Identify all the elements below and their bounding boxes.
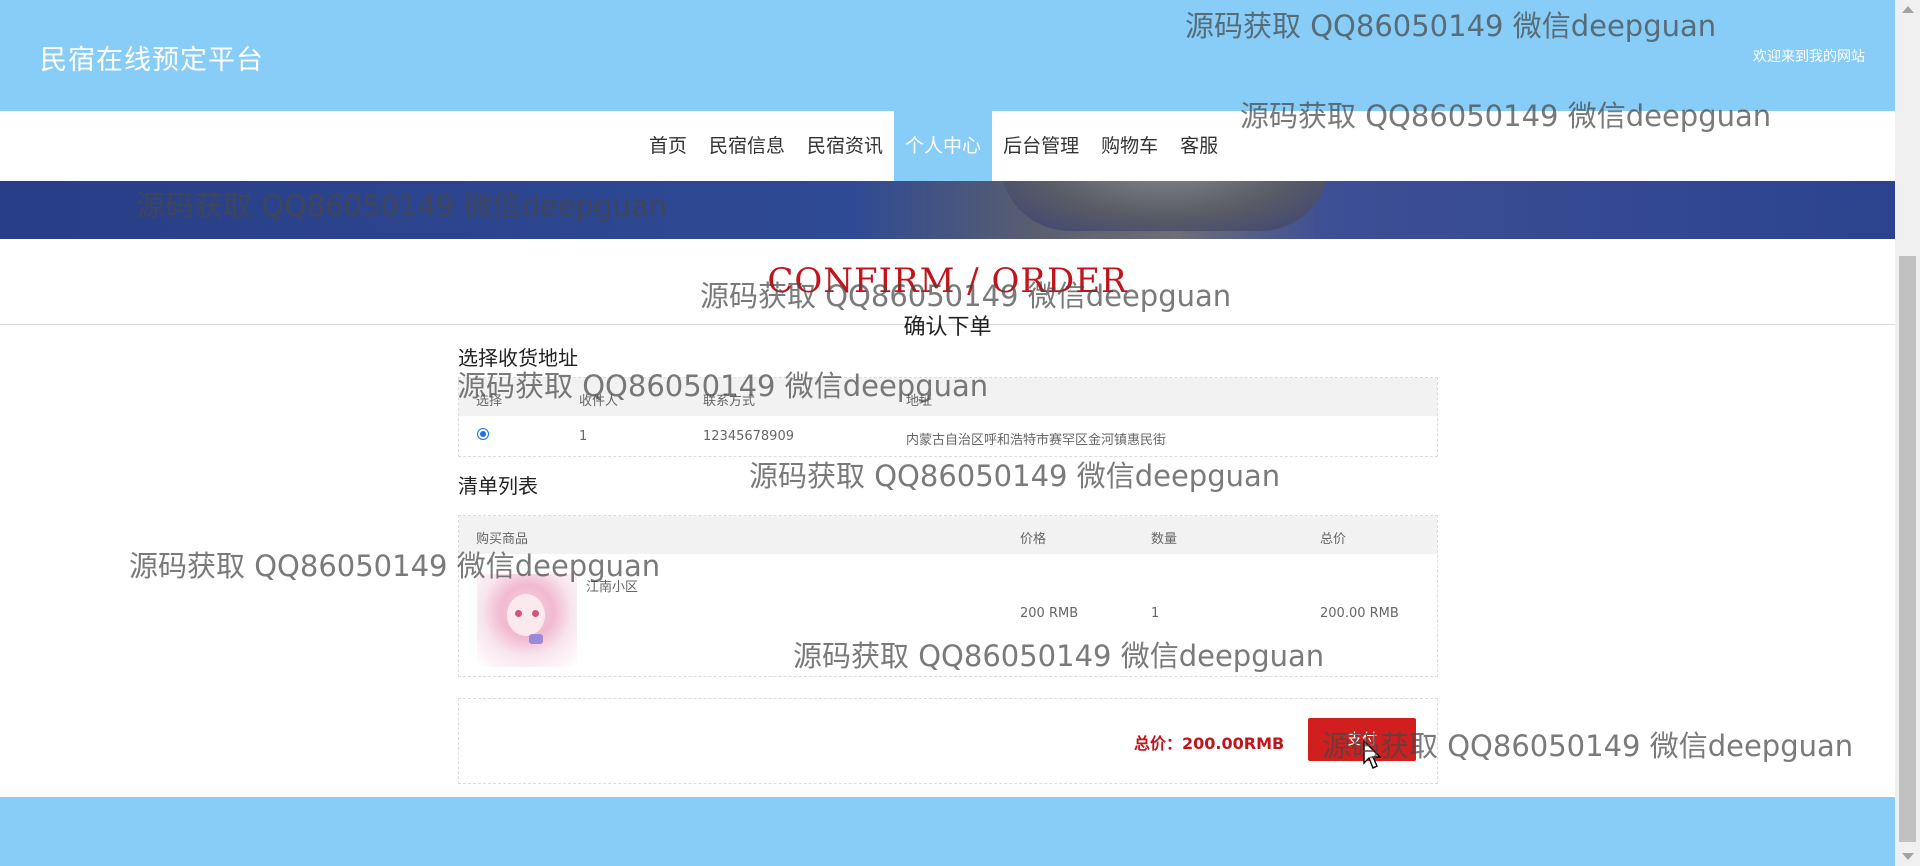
nav-item-admin[interactable]: 后台管理 <box>992 111 1090 181</box>
nav-item-customer-service[interactable]: 客服 <box>1169 111 1229 181</box>
address-section-title: 选择收货地址 <box>458 346 578 370</box>
column-header-phone: 联系方式 <box>703 394 756 409</box>
scroll-up-arrow-icon[interactable] <box>1902 6 1914 13</box>
column-header-recipient: 收件人 <box>579 394 619 409</box>
order-list-table: 购买商品 价格 数量 总价 江南小区 200 RMB 1 200.00 RMB <box>458 515 1438 677</box>
product-total: 200.00 RMB <box>1320 606 1399 621</box>
product-price: 200 RMB <box>1020 606 1079 621</box>
scrollbar-thumb[interactable] <box>1899 256 1916 842</box>
list-table-header: 购买商品 价格 数量 总价 <box>459 516 1437 554</box>
column-header-price: 价格 <box>1020 532 1047 547</box>
address-table: 选择 收件人 联系方式 地址 1 12345678909 内蒙古自治区呼和浩特市… <box>458 377 1438 457</box>
site-footer <box>0 797 1895 866</box>
nav-item-personal-center[interactable]: 个人中心 <box>894 111 993 181</box>
section-title-en: CONFIRM / ORDER <box>767 261 1128 301</box>
section-heading: CONFIRM / ORDER 确认下单 <box>0 239 1895 340</box>
recipient-cell: 1 <box>579 429 588 444</box>
column-header-address: 地址 <box>906 394 933 409</box>
address-table-header: 选择 收件人 联系方式 地址 <box>459 378 1437 416</box>
page: 民宿在线预定平台 欢迎来到我的网站 首页 民宿信息 民宿资讯 个人中心 后台管理… <box>0 0 1895 866</box>
column-header-quantity: 数量 <box>1151 532 1178 547</box>
watermark-text: 源码获取 QQ86050149 微信deepguan <box>749 459 1281 493</box>
total-price: 总价：200.00RMB <box>1134 734 1285 753</box>
address-radio[interactable] <box>477 428 489 440</box>
page-scrollbar[interactable] <box>1895 0 1920 866</box>
nav-item-home[interactable]: 首页 <box>638 111 698 181</box>
product-name[interactable]: 江南小区 <box>586 576 638 595</box>
order-summary: 总价：200.00RMB 支付 <box>458 698 1438 784</box>
phone-cell: 12345678909 <box>703 429 794 444</box>
column-header-select: 选择 <box>476 394 503 409</box>
nav-item-cart[interactable]: 购物车 <box>1090 111 1169 181</box>
nav-item-homestay-info[interactable]: 民宿信息 <box>698 111 796 181</box>
column-header-product: 购买商品 <box>476 532 529 547</box>
nav-item-homestay-news[interactable]: 民宿资讯 <box>796 111 894 181</box>
address-cell: 内蒙古自治区呼和浩特市赛罕区金河镇惠民街 <box>906 433 1167 448</box>
product-image[interactable] <box>477 574 577 667</box>
product-quantity: 1 <box>1151 606 1160 621</box>
scroll-down-arrow-icon[interactable] <box>1902 853 1914 860</box>
list-section-title: 清单列表 <box>458 474 538 498</box>
site-title[interactable]: 民宿在线预定平台 <box>40 38 264 77</box>
address-row[interactable]: 1 12345678909 内蒙古自治区呼和浩特市赛罕区金河镇惠民街 <box>459 416 1437 456</box>
main-nav: 首页 民宿信息 民宿资讯 个人中心 后台管理 购物车 客服 <box>0 111 1895 181</box>
welcome-text: 欢迎来到我的网站 <box>1753 49 1865 65</box>
banner-image <box>0 181 1895 239</box>
pay-button[interactable]: 支付 <box>1308 718 1416 761</box>
column-header-total: 总价 <box>1320 532 1347 547</box>
section-title-cn: 确认下单 <box>903 315 992 340</box>
site-header: 民宿在线预定平台 欢迎来到我的网站 <box>0 0 1895 111</box>
mouse-cursor-icon <box>1363 740 1382 769</box>
